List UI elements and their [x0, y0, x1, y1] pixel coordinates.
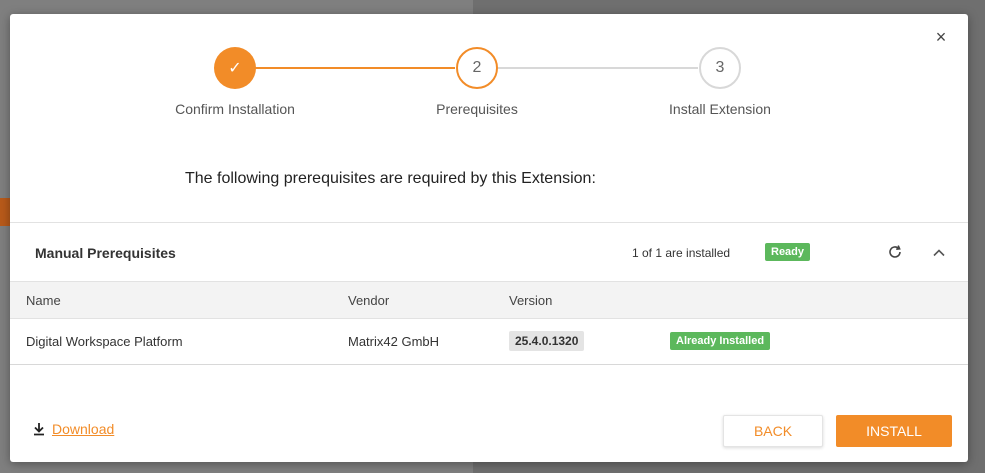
step-label: Confirm Installation: [175, 101, 295, 117]
column-header-name: Name: [26, 293, 61, 308]
step-label: Prerequisites: [436, 101, 518, 117]
version-tag: 25.4.0.1320: [509, 331, 585, 351]
manual-prerequisites-section: Manual Prerequisites 1 of 1 are installe…: [10, 222, 968, 365]
column-header-vendor: Vendor: [348, 293, 390, 308]
prerequisites-intro-text: The following prerequisites are required…: [185, 170, 596, 187]
step-install-extension: 3 Install Extension: [640, 47, 800, 117]
step-confirm-installation: ✓ Confirm Installation: [155, 47, 315, 117]
prerequisite-name: Digital Workspace Platform: [26, 334, 183, 349]
step-number: 3: [699, 47, 741, 89]
step-label: Install Extension: [669, 101, 771, 117]
checkmark-icon: ✓: [214, 47, 256, 89]
dialog-footer: Download BACK INSTALL: [10, 404, 968, 454]
section-title: Manual Prerequisites: [35, 245, 176, 261]
back-button[interactable]: BACK: [723, 415, 823, 447]
install-extension-dialog: × ✓ Confirm Installation 2 Prerequisites…: [10, 14, 968, 462]
download-label: Download: [52, 421, 115, 437]
install-stepper: ✓ Confirm Installation 2 Prerequisites 3…: [10, 47, 968, 117]
section-header: Manual Prerequisites 1 of 1 are installe…: [10, 223, 968, 281]
step-number: 2: [456, 47, 498, 89]
refresh-icon[interactable]: [886, 243, 904, 261]
prerequisite-vendor: Matrix42 GmbH: [348, 334, 440, 349]
installed-status-badge: Already Installed: [670, 332, 771, 350]
installed-count: 1 of 1 are installed: [632, 246, 731, 260]
close-icon[interactable]: ×: [932, 28, 950, 46]
table-row: Digital Workspace Platform Matrix42 GmbH…: [10, 319, 968, 365]
download-icon: [32, 422, 46, 436]
download-link[interactable]: Download: [32, 421, 114, 437]
column-header-version: Version: [509, 293, 553, 308]
install-button[interactable]: INSTALL: [836, 415, 952, 447]
chevron-up-icon[interactable]: [931, 245, 947, 261]
ready-badge: Ready: [765, 243, 811, 261]
table-header: Name Vendor Version: [10, 281, 968, 319]
step-prerequisites: 2 Prerequisites: [397, 47, 557, 117]
